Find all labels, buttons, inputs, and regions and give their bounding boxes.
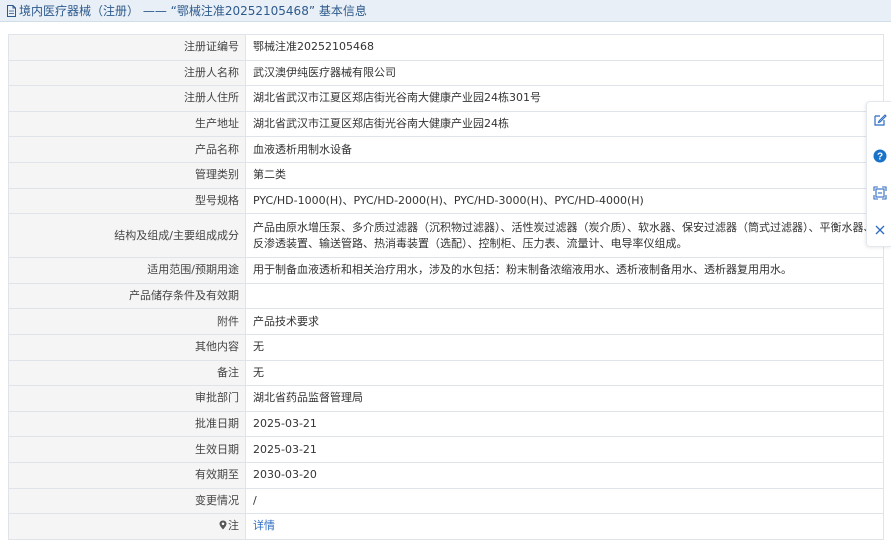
table-row: 管理类别 第二类 <box>8 161 884 189</box>
field-value: 鄂械注准20252105468 <box>245 34 884 61</box>
field-value: 第二类 <box>245 161 884 189</box>
table-row: 适用范围/预期用途 用于制备血液透析和相关治疗用水，涉及的水包括：粉末制备浓缩液用… <box>8 257 884 284</box>
field-label: 生效日期 <box>8 436 246 463</box>
field-value: 2025-03-21 <box>245 410 884 438</box>
field-label: 型号规格 <box>8 187 246 215</box>
svg-text:?: ? <box>876 152 882 163</box>
table-row: 注册证编号 鄂械注准20252105468 <box>8 34 884 61</box>
field-value: 湖北省药品监督管理局 <box>245 385 884 412</box>
table-row: 注册人住所 湖北省武汉市江夏区郑店街光谷南大健康产业园24栋301号 <box>8 85 884 112</box>
map-pin-icon <box>219 519 227 535</box>
document-icon <box>6 4 17 17</box>
field-value: 湖北省武汉市江夏区郑店街光谷南大健康产业园24栋 <box>245 110 884 138</box>
field-value: 无 <box>245 333 884 361</box>
field-value <box>245 282 884 310</box>
field-value: 2030-03-20 <box>245 461 884 489</box>
table-row: 产品名称 血液透析用制水设备 <box>8 136 884 163</box>
close-button[interactable] <box>867 218 891 242</box>
table-row: 审批部门 湖北省药品监督管理局 <box>8 385 884 412</box>
info-table: 注册证编号 鄂械注准20252105468 注册人名称 武汉澳伊纯医疗器械有限公司 注册… <box>8 34 884 540</box>
table-row: 生产地址 湖北省武汉市江夏区郑店街光谷南大健康产业园24栋 <box>8 110 884 138</box>
table-row: 批准日期 2025-03-21 <box>8 410 884 438</box>
field-value: / <box>245 487 884 515</box>
table-row: 附件 产品技术要求 <box>8 308 884 335</box>
table-row: 其他内容无 <box>8 333 884 361</box>
field-label: 有效期至 <box>8 461 246 489</box>
field-value: 湖北省武汉市江夏区郑店街光谷南大健康产业园24栋301号 <box>245 85 884 112</box>
field-value: 武汉澳伊纯医疗器械有限公司 <box>245 59 884 87</box>
field-value: 产品技术要求 <box>245 308 884 335</box>
close-icon <box>874 224 886 236</box>
help-button[interactable]: ? <box>867 144 891 168</box>
edit-icon <box>873 113 887 127</box>
field-label: 产品名称 <box>8 136 246 163</box>
field-value: 无 <box>245 359 884 387</box>
edit-button[interactable] <box>867 108 891 132</box>
field-label: 适用范围/预期用途 <box>8 257 246 284</box>
table-row-note: 注 详情 <box>8 513 884 540</box>
field-label: 产品储存条件及有效期 <box>8 282 246 310</box>
share-icon <box>872 186 887 200</box>
field-label: 附件 <box>8 308 246 335</box>
field-value: 产品由原水增压泵、多介质过滤器（沉积物过滤器）、活性炭过滤器（炭介质）、软水器、… <box>245 213 884 259</box>
field-label: 注册人名称 <box>8 59 246 87</box>
field-label: 备注 <box>8 359 246 387</box>
field-value: 用于制备血液透析和相关治疗用水，涉及的水包括：粉末制备浓缩液用水、透析液制备用水… <box>245 257 884 284</box>
page-header: 境内医疗器械（注册） —— “鄂械注准20252105468” 基本信息 <box>0 0 891 22</box>
field-value: 血液透析用制水设备 <box>245 136 884 163</box>
share-button[interactable] <box>867 181 891 205</box>
table-row: 有效期至 2030-03-20 <box>8 461 884 489</box>
note-value-cell: 详情 <box>245 513 884 540</box>
table-row: 注册人名称 武汉澳伊纯医疗器械有限公司 <box>8 59 884 87</box>
field-label: 变更情况 <box>8 487 246 515</box>
note-label: 注 <box>228 518 239 532</box>
field-label: 生产地址 <box>8 110 246 138</box>
field-label: 其他内容 <box>8 333 246 361</box>
details-link[interactable]: 详情 <box>253 519 275 532</box>
table-row: 型号规格 PYC/HD-1000(H)、PYC/HD-2000(H)、PYC/HD… <box>8 187 884 215</box>
table-row: 结构及组成/主要组成成分 产品由原水增压泵、多介质过滤器（沉积物过滤器）、活性炭过… <box>8 213 884 259</box>
floating-toolbar: ? <box>866 101 891 247</box>
table-row: 产品储存条件及有效期 <box>8 282 884 310</box>
field-label: 注册证编号 <box>8 34 246 61</box>
table-row: 备注无 <box>8 359 884 387</box>
field-label: 注册人住所 <box>8 85 246 112</box>
field-label: 批准日期 <box>8 410 246 438</box>
table-row: 生效日期 2025-03-21 <box>8 436 884 463</box>
table-row: 变更情况 / <box>8 487 884 515</box>
field-value: PYC/HD-1000(H)、PYC/HD-2000(H)、PYC/HD-300… <box>245 187 884 215</box>
field-value: 2025-03-21 <box>245 436 884 463</box>
field-label: 管理类别 <box>8 161 246 189</box>
help-icon: ? <box>873 149 887 163</box>
field-label: 结构及组成/主要组成成分 <box>8 213 246 259</box>
note-label-cell: 注 <box>8 513 246 540</box>
field-label: 审批部门 <box>8 385 246 412</box>
page-title: 境内医疗器械（注册） —— “鄂械注准20252105468” 基本信息 <box>19 4 367 18</box>
